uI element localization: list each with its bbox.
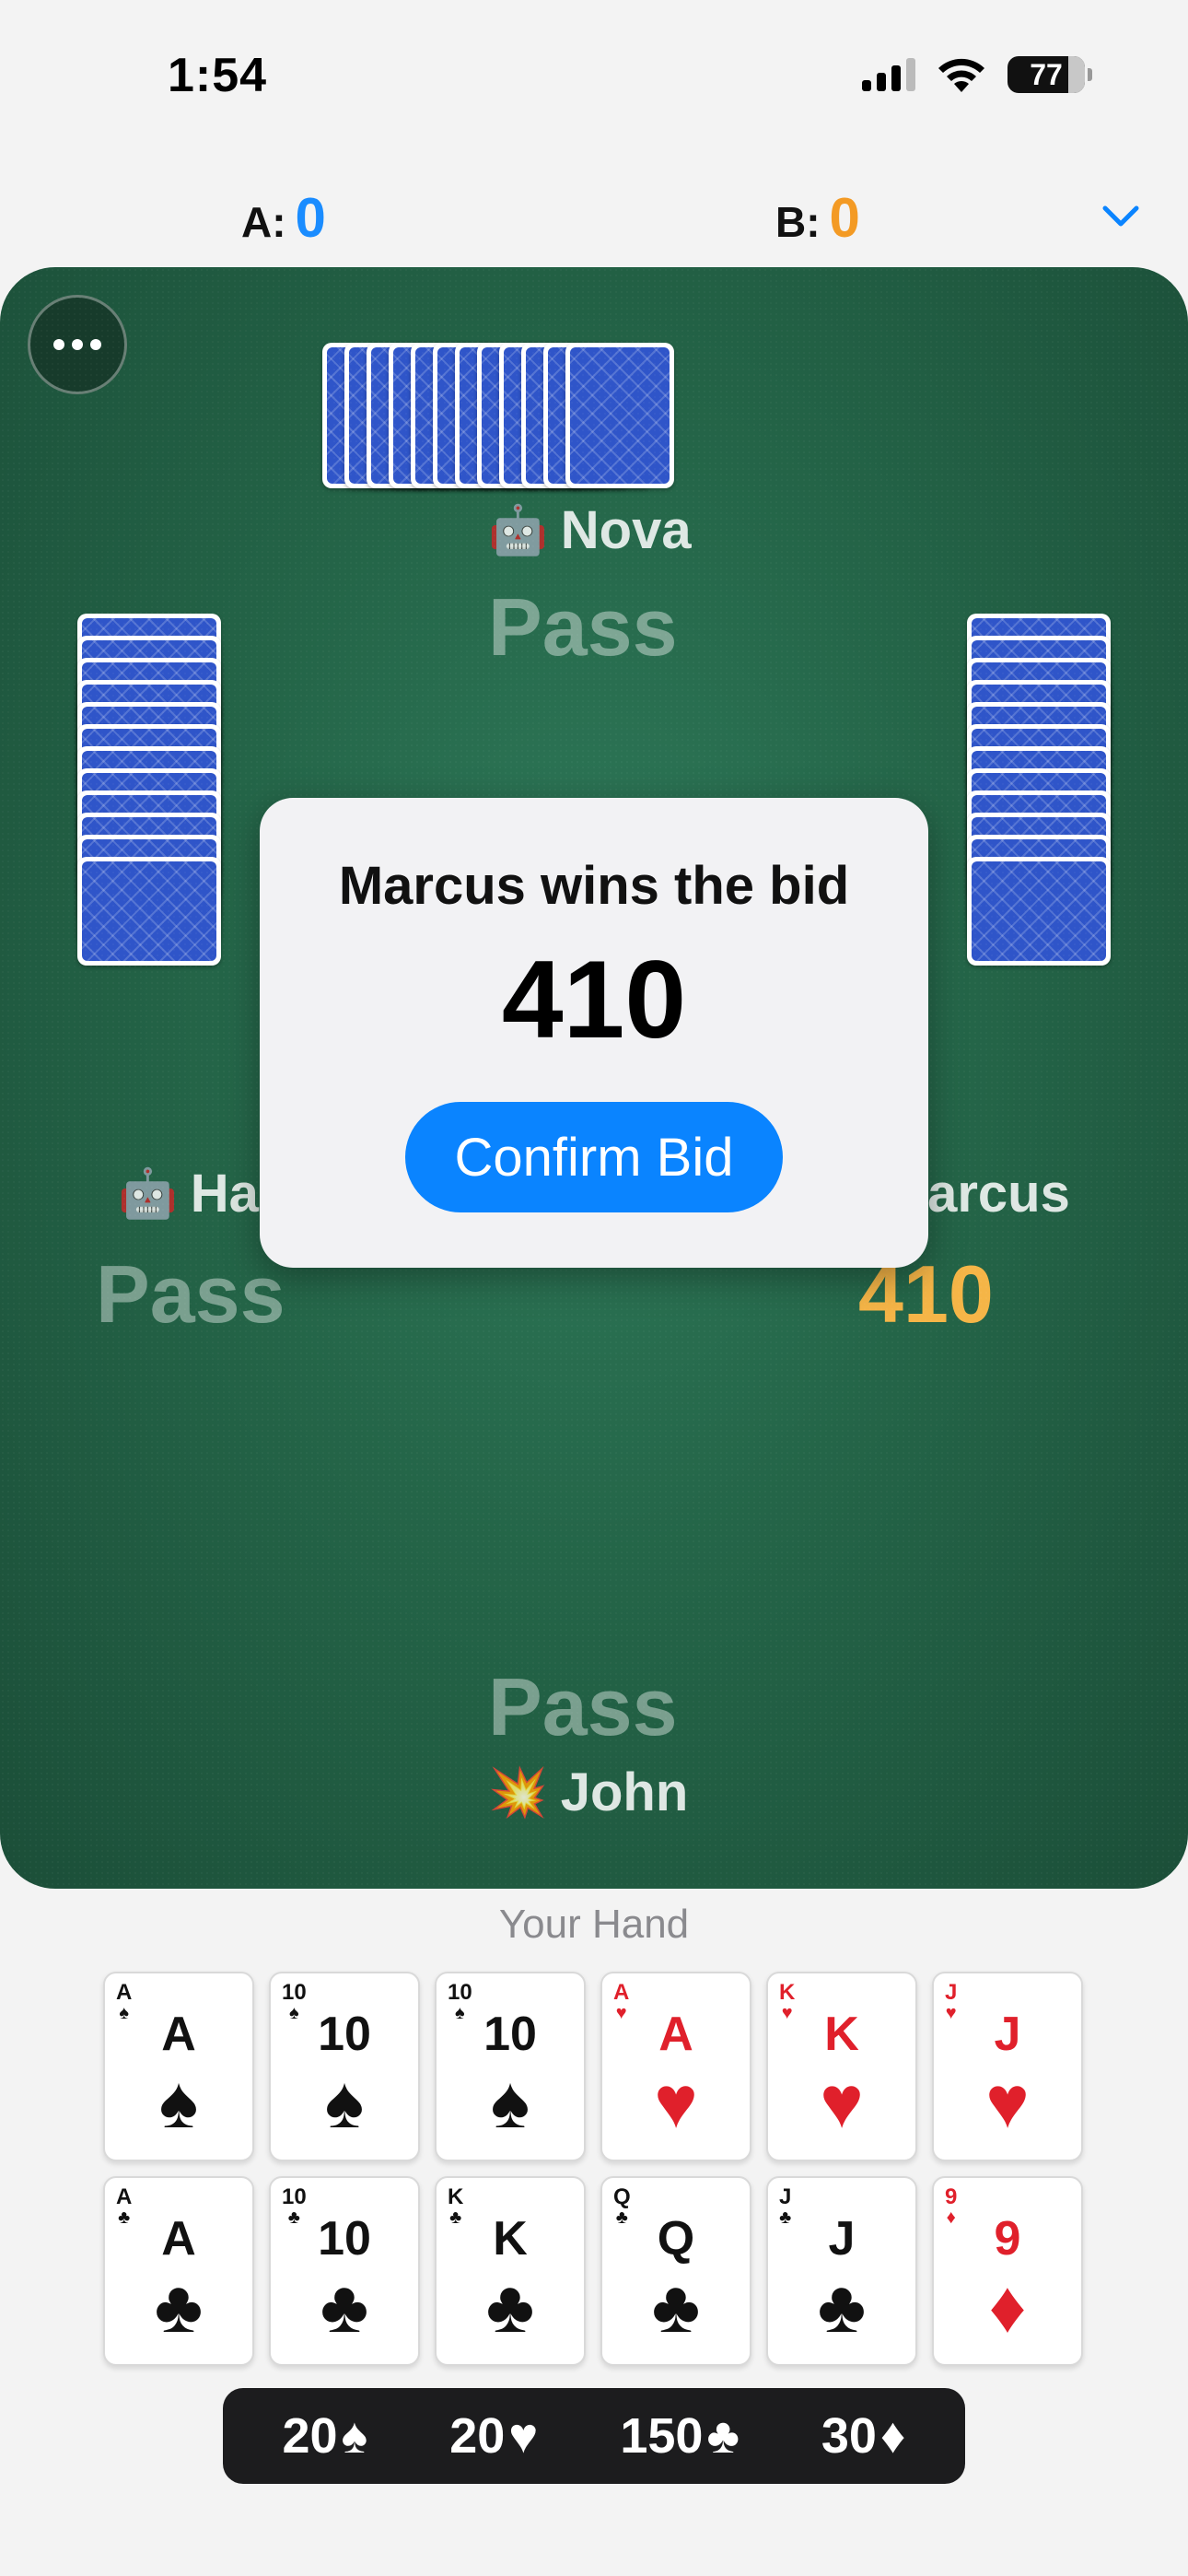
card-suit-icon: ♥ xyxy=(820,2061,864,2143)
dialog-title: Marcus wins the bid xyxy=(338,856,850,916)
collision-icon: 💥 xyxy=(488,1766,548,1820)
chevron-down-icon[interactable] xyxy=(1098,193,1144,240)
card-corner-rank: 10 xyxy=(448,1980,472,2005)
hand-card[interactable]: K ♥ K ♥ xyxy=(766,1972,917,2161)
meld-value: 30 xyxy=(821,2408,877,2464)
status-time: 1:54 xyxy=(168,49,268,102)
card-corner-rank: 9 xyxy=(945,2184,958,2209)
card-rank: A xyxy=(161,2008,196,2061)
hand-card[interactable]: J ♥ J ♥ xyxy=(932,1972,1083,2161)
player-south-bid: Pass xyxy=(488,1661,678,1752)
card-suit-icon: ♥ xyxy=(985,2061,1030,2143)
confirm-bid-button[interactable]: Confirm Bid xyxy=(405,1102,783,1212)
card-corner-rank: J xyxy=(945,1980,958,2005)
meld-suit-icon: ♣ xyxy=(706,2408,740,2464)
robot-icon: 🤖 xyxy=(488,504,548,557)
card-back xyxy=(967,857,1111,966)
more-options-button[interactable] xyxy=(28,295,127,394)
dot-icon xyxy=(72,339,83,350)
card-corner-rank: A xyxy=(116,1980,133,2005)
card-rank: 10 xyxy=(483,2008,537,2061)
meld-item: 20 ♠ xyxy=(282,2407,367,2465)
team-a-value: 0 xyxy=(295,187,326,249)
card-corner-rank: A xyxy=(116,2184,133,2209)
card-rank: K xyxy=(824,2008,859,2061)
player-south-name: 💥 John xyxy=(488,1762,688,1823)
team-a-score: A: 0 xyxy=(241,186,326,250)
card-suit-icon: ♥ xyxy=(654,2061,698,2143)
card-rank: A xyxy=(161,2212,196,2266)
dot-icon xyxy=(53,339,64,350)
cellular-signal-icon xyxy=(862,58,915,91)
hand-card[interactable]: A ♥ A ♥ xyxy=(600,1972,751,2161)
card-back xyxy=(77,857,221,966)
card-back xyxy=(565,343,674,488)
status-icons: 77 xyxy=(862,55,1092,94)
player-north-label: Nova xyxy=(560,500,692,560)
card-suit-icon: ♣ xyxy=(485,2266,535,2348)
hand-label: Your Hand xyxy=(498,1902,690,1947)
card-rank: 9 xyxy=(994,2212,1021,2266)
meld-item: 150 ♣ xyxy=(620,2407,740,2465)
card-suit-icon: ♣ xyxy=(154,2266,204,2348)
meld-suit-icon: ♦ xyxy=(879,2408,906,2464)
battery-level: 77 xyxy=(1030,57,1063,91)
card-rank: A xyxy=(658,2008,693,2061)
team-b-score: B: 0 xyxy=(775,186,860,250)
player-west-name: 🤖 Hal xyxy=(118,1163,274,1224)
hand-card[interactable]: 10 ♠ 10 ♠ xyxy=(435,1972,586,2161)
hand-card[interactable]: K ♣ K ♣ xyxy=(435,2176,586,2366)
meld-value: 150 xyxy=(620,2408,704,2464)
robot-icon: 🤖 xyxy=(118,1167,178,1221)
meld-summary-bar: 20 ♠ 20 ♥ 150 ♣ 30 ♦ xyxy=(223,2388,965,2484)
wifi-icon xyxy=(938,58,984,92)
card-suit-icon: ♣ xyxy=(817,2266,867,2348)
player-north-bid: Pass xyxy=(488,581,678,673)
card-suit-icon: ♦ xyxy=(988,2266,1027,2348)
hand-card[interactable]: 10 ♠ 10 ♠ xyxy=(269,1972,420,2161)
card-corner-rank: 10 xyxy=(282,1980,307,2005)
card-rank: J xyxy=(828,2212,856,2266)
player-north-name: 🤖 Nova xyxy=(488,499,692,561)
bid-result-dialog: Marcus wins the bid 410 Confirm Bid xyxy=(260,798,928,1268)
team-b-value: 0 xyxy=(829,187,860,249)
card-rank: 10 xyxy=(318,2212,371,2266)
card-suit-icon: ♠ xyxy=(324,2061,365,2143)
meld-value: 20 xyxy=(282,2408,338,2464)
card-corner-rank: Q xyxy=(613,2184,631,2209)
battery-icon: 77 xyxy=(1007,56,1092,93)
card-corner-rank: K xyxy=(448,2184,464,2209)
hand-card[interactable]: 10 ♣ 10 ♣ xyxy=(269,2176,420,2366)
card-suit-icon: ♣ xyxy=(320,2266,369,2348)
team-b-label: B: xyxy=(775,198,821,246)
status-bar: 1:54 77 xyxy=(0,0,1188,147)
score-bar: A: 0 B: 0 xyxy=(0,166,1188,267)
card-corner-rank: 10 xyxy=(282,2184,307,2209)
dialog-bid-amount: 410 xyxy=(501,938,687,1061)
meld-suit-icon: ♥ xyxy=(508,2408,539,2464)
card-corner-rank: A xyxy=(613,1980,630,2005)
card-suit-icon: ♣ xyxy=(651,2266,701,2348)
card-rank: J xyxy=(994,2008,1021,2061)
card-corner-rank: J xyxy=(779,2184,792,2209)
card-rank: 10 xyxy=(318,2008,371,2061)
meld-item: 30 ♦ xyxy=(821,2407,906,2465)
card-suit-icon: ♠ xyxy=(490,2061,530,2143)
hand-card[interactable]: A ♠ A ♠ xyxy=(103,1972,254,2161)
card-corner-rank: K xyxy=(779,1980,796,2005)
hand-card[interactable]: A ♣ A ♣ xyxy=(103,2176,254,2366)
meld-item: 20 ♥ xyxy=(449,2407,538,2465)
hand-card[interactable]: Q ♣ Q ♣ xyxy=(600,2176,751,2366)
dot-icon xyxy=(90,339,101,350)
meld-suit-icon: ♠ xyxy=(341,2408,368,2464)
meld-value: 20 xyxy=(449,2408,506,2464)
player-west-bid: Pass xyxy=(96,1248,285,1340)
card-rank: Q xyxy=(657,2212,695,2266)
player-south-label: John xyxy=(560,1762,689,1822)
hand-card[interactable]: 9 ♦ 9 ♦ xyxy=(932,2176,1083,2366)
card-suit-icon: ♠ xyxy=(158,2061,199,2143)
card-rank: K xyxy=(493,2212,528,2266)
team-a-label: A: xyxy=(241,198,286,246)
hand-card[interactable]: J ♣ J ♣ xyxy=(766,2176,917,2366)
